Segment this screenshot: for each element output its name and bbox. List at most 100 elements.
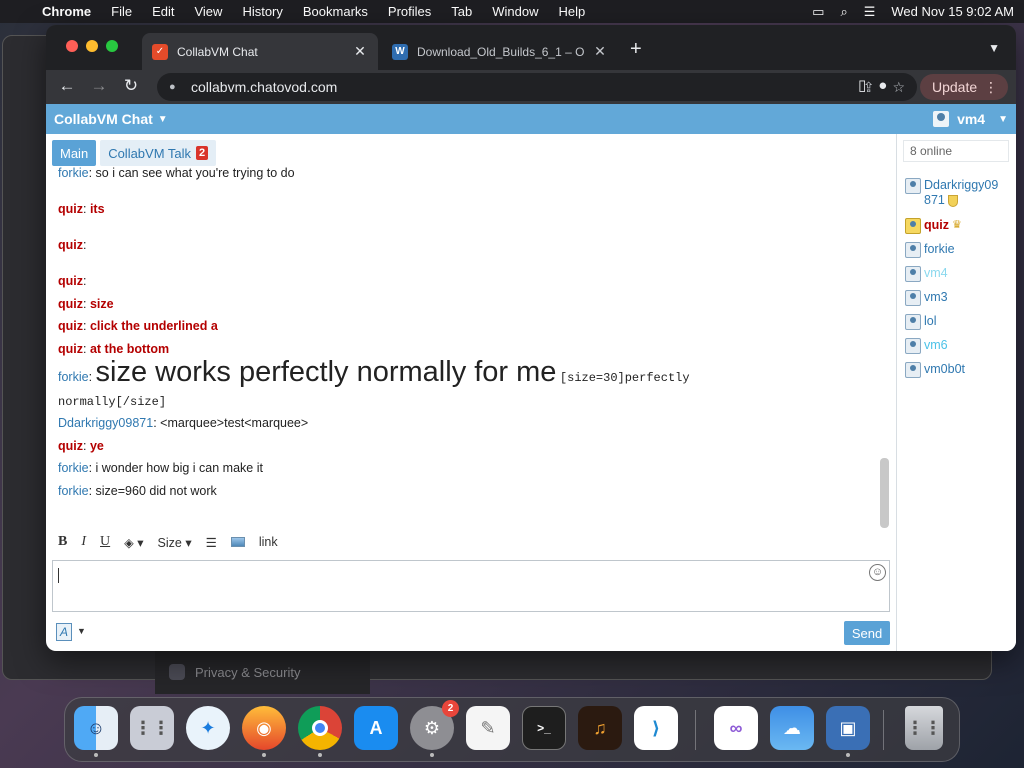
chat-message: quiz: at the bottom: [58, 342, 170, 356]
user-item-vm0b0t[interactable]: vm0b0t: [905, 362, 965, 378]
system-settings-icon[interactable]: ⚙ 2: [410, 700, 459, 757]
italic-button[interactable]: I: [81, 534, 86, 550]
tab-search-chevron-icon[interactable]: ▼: [988, 41, 1000, 55]
app-store-icon[interactable]: A: [354, 706, 398, 750]
user-item-forkie[interactable]: forkie: [905, 242, 955, 258]
user-item-quiz[interactable]: quiz ♛: [905, 218, 962, 234]
browser-tab-active[interactable]: ✓ CollabVM Chat ✕: [142, 33, 378, 70]
close-tab-icon[interactable]: ✕: [592, 43, 608, 60]
message-scrollbar[interactable]: [880, 168, 889, 530]
message-nick[interactable]: quiz: [58, 274, 83, 288]
menu-edit[interactable]: Edit: [152, 4, 174, 19]
minimize-window-button[interactable]: [86, 40, 98, 52]
menu-profiles[interactable]: Profiles: [388, 4, 431, 19]
list-icon[interactable]: ☰: [206, 535, 217, 550]
message-nick[interactable]: forkie: [58, 370, 89, 384]
user-item-vm3[interactable]: vm3: [905, 290, 948, 306]
message-nick[interactable]: quiz: [58, 319, 83, 333]
screen-mirroring-icon[interactable]: ▭: [812, 4, 824, 20]
current-user-menu[interactable]: vm4 ▼: [933, 111, 1008, 127]
menu-history[interactable]: History: [242, 4, 282, 19]
message-nick[interactable]: Ddarkriggy09871: [58, 416, 153, 430]
update-button[interactable]: Update ⋮: [920, 74, 1008, 100]
safari-icon[interactable]: ✦: [186, 706, 230, 750]
trash-icon[interactable]: ⋮⋮: [905, 706, 943, 750]
chrome-icon[interactable]: [298, 706, 342, 757]
reload-button[interactable]: ↻: [120, 76, 142, 96]
chat-message: quiz: ye: [58, 439, 104, 453]
background-settings-item: Privacy & Security: [155, 650, 370, 694]
site-info-icon[interactable]: ●: [169, 81, 181, 93]
chat-message: quiz: click the underlined a: [58, 319, 218, 333]
smiley-icon[interactable]: ☺: [869, 564, 886, 581]
user-item-vm6[interactable]: vm6: [905, 338, 948, 354]
user-name: lol: [924, 314, 937, 328]
message-nick[interactable]: quiz: [58, 297, 83, 311]
vscode-icon[interactable]: ⟩: [634, 706, 678, 750]
privacy-icon: [169, 664, 185, 680]
visual-studio-icon[interactable]: ∞: [714, 706, 758, 750]
user-item-vm4[interactable]: vm4: [905, 266, 948, 282]
user-item-lol[interactable]: lol: [905, 314, 937, 330]
message-nick[interactable]: quiz: [58, 342, 83, 356]
more-menu-icon[interactable]: ⋮: [984, 79, 998, 96]
menu-clock[interactable]: Wed Nov 15 9:02 AM: [891, 4, 1014, 19]
tab-main[interactable]: Main: [52, 140, 97, 166]
url-text[interactable]: collabvm.chatovod.com: [191, 79, 337, 95]
textedit-icon[interactable]: ✎: [466, 706, 510, 750]
scrollbar-thumb[interactable]: [880, 458, 889, 528]
address-bar[interactable]: ● collabvm.chatovod.com ⇪ ☆: [157, 73, 917, 101]
spotlight-search-icon[interactable]: ⌕: [840, 4, 847, 20]
user-item-ddarkriggy[interactable]: Ddarkriggy09 871: [905, 178, 998, 208]
bold-button[interactable]: B: [58, 534, 67, 550]
bookmark-star-icon[interactable]: ☆: [892, 79, 905, 96]
message-nick[interactable]: quiz: [58, 202, 83, 216]
garageband-icon[interactable]: ♫: [578, 706, 622, 750]
message-nick[interactable]: quiz: [58, 238, 83, 252]
firefox-icon[interactable]: ◉: [242, 706, 286, 757]
message-list[interactable]: forkie: so i can see what you're trying …: [58, 166, 878, 524]
message-nick[interactable]: forkie: [58, 166, 89, 180]
menu-tab[interactable]: Tab: [451, 4, 472, 19]
menu-view[interactable]: View: [194, 4, 222, 19]
chevron-down-icon[interactable]: ▼: [77, 626, 86, 636]
close-window-button[interactable]: [66, 40, 78, 52]
message-nick[interactable]: quiz: [58, 439, 83, 453]
chat-title[interactable]: CollabVM Chat: [54, 111, 153, 127]
weather-icon[interactable]: ☁: [770, 706, 814, 750]
message-nick[interactable]: forkie: [58, 461, 89, 475]
underline-button[interactable]: U: [100, 534, 110, 550]
menu-bookmarks[interactable]: Bookmarks: [303, 4, 368, 19]
profile-icon[interactable]: ●: [878, 77, 887, 94]
message-input[interactable]: ☺: [52, 560, 890, 612]
new-tab-button[interactable]: +: [630, 39, 642, 59]
menu-app-name[interactable]: Chrome: [42, 4, 91, 19]
tab-collabvm-talk[interactable]: CollabVM Talk 2: [100, 140, 217, 166]
launchpad-icon[interactable]: ⋮⋮: [130, 706, 174, 750]
menu-help[interactable]: Help: [559, 4, 586, 19]
send-button[interactable]: Send: [844, 621, 890, 645]
format-text-button[interactable]: A: [56, 623, 72, 641]
close-tab-icon[interactable]: ✕: [352, 43, 368, 60]
message-nick[interactable]: forkie: [58, 484, 89, 498]
browser-tab-inactive[interactable]: W Download_Old_Builds_6_1 – O ✕: [382, 33, 618, 70]
zoom-window-button[interactable]: [106, 40, 118, 52]
virtualbox-icon[interactable]: ▣: [826, 706, 870, 757]
menu-window[interactable]: Window: [492, 4, 538, 19]
chevron-down-icon[interactable]: ▼: [158, 114, 168, 125]
control-center-icon[interactable]: ☰: [864, 4, 876, 20]
image-icon[interactable]: [230, 537, 245, 547]
terminal-icon[interactable]: >_: [522, 706, 566, 750]
side-panel-icon[interactable]: ▯: [858, 76, 866, 94]
menu-file[interactable]: File: [111, 4, 132, 19]
online-count: 8 online: [903, 140, 1009, 162]
link-button[interactable]: link: [259, 535, 278, 549]
chat-message: quiz:: [58, 274, 87, 288]
finder-icon[interactable]: ☺: [74, 706, 118, 757]
size-label: Size: [157, 535, 182, 550]
size-dropdown[interactable]: Size ▾: [158, 535, 192, 550]
back-button[interactable]: ←: [56, 76, 78, 96]
forward-button[interactable]: →: [88, 76, 110, 96]
message-text: size=960 did not work: [95, 484, 217, 498]
text-color-button[interactable]: ◈ ▾: [124, 535, 143, 550]
